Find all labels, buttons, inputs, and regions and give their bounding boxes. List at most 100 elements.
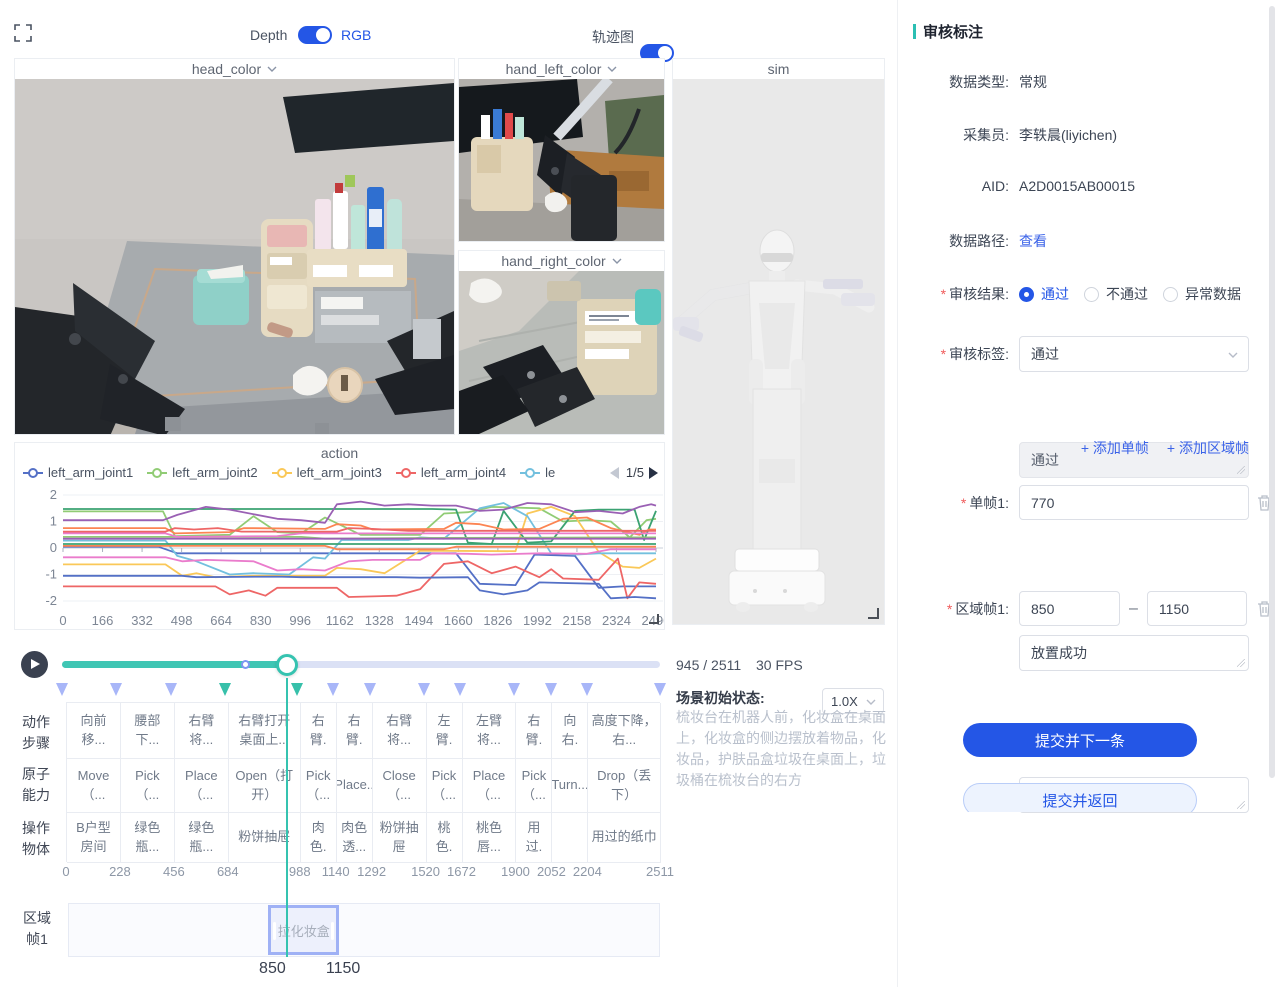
legend-item[interactable]: le	[520, 465, 555, 480]
region-end-input[interactable]: 1150	[1147, 591, 1247, 626]
aid-value: A2D0015AB00015	[1019, 178, 1135, 194]
legend-series-label: left_arm_joint2	[172, 465, 257, 480]
object-cell: 粉饼抽屉	[373, 813, 427, 863]
chevron-down-icon	[607, 66, 617, 72]
region-block-right-handle[interactable]	[331, 922, 334, 940]
svg-text:2158: 2158	[562, 613, 591, 628]
object-cell: 桃色.	[427, 813, 463, 863]
segment-marker[interactable]	[418, 683, 430, 696]
svg-text:2324: 2324	[602, 613, 631, 628]
segment-marker[interactable]	[219, 683, 231, 696]
submit-back-button[interactable]: 提交并返回	[963, 783, 1197, 812]
radio-option-label[interactable]: 通过	[1041, 284, 1069, 304]
hand-right-camera-title-bar[interactable]: hand_right_color	[459, 251, 664, 271]
table-axis-tick: 1292	[357, 864, 386, 879]
legend-item[interactable]: left_arm_joint3	[272, 465, 382, 480]
radio-selected-icon[interactable]	[1019, 287, 1034, 302]
legend-prev-page-icon[interactable]	[610, 467, 619, 479]
head-camera-panel: head_color	[14, 58, 455, 435]
resize-grip-icon[interactable]	[1237, 801, 1245, 809]
segment-marker[interactable]	[110, 683, 122, 696]
single-frame-input[interactable]: 770	[1019, 485, 1249, 520]
atomic-ability-cell: Turn...	[552, 759, 588, 813]
frame-counter: 945 / 2511	[676, 657, 741, 673]
chart-resize-handle[interactable]	[649, 614, 659, 624]
segment-marker[interactable]	[508, 683, 520, 696]
svg-text:498: 498	[171, 613, 193, 628]
review-tag-select-value: 通过	[1031, 344, 1059, 364]
segment-marker[interactable]	[165, 683, 177, 696]
svg-text:1328: 1328	[365, 613, 394, 628]
add-region-frame-link[interactable]: + 添加区域帧	[1167, 438, 1249, 458]
depth-rgb-toggle[interactable]	[298, 26, 332, 44]
resize-grip-icon[interactable]	[1237, 659, 1245, 667]
segment-marker[interactable]	[545, 683, 557, 696]
head-camera-title: head_color	[192, 61, 261, 77]
radio-option-icon[interactable]	[1163, 287, 1178, 302]
head-camera-title-bar[interactable]: head_color	[15, 59, 454, 79]
sim-title: sim	[768, 61, 790, 77]
panel-scrollbar[interactable]	[1269, 6, 1275, 778]
single-frame-note-textarea[interactable]: 放置成功	[1019, 635, 1249, 671]
timeline-slider-handle[interactable]	[276, 654, 298, 676]
segment-marker[interactable]	[327, 683, 339, 696]
radio-option-label[interactable]: 不通过	[1106, 284, 1148, 304]
sim-panel: sim	[672, 58, 885, 625]
region-block[interactable]: 拉化妆盒	[268, 905, 339, 955]
scene-state-title: 场景初始状态:	[676, 688, 765, 708]
svg-text:1826: 1826	[483, 613, 512, 628]
segment-marker[interactable]	[364, 683, 376, 696]
play-button[interactable]	[21, 651, 48, 678]
atomic-ability-cell: Close（...	[373, 759, 427, 813]
annotation-review-app: Depth RGB 轨迹图 head_color	[0, 0, 1280, 987]
segment-marker[interactable]	[56, 683, 68, 696]
legend-series-label: le	[545, 465, 555, 480]
scene-state-text: 梳妆台在机器人前，化妆盒在桌面上，化妆盒的侧边摆放着物品，化妆品，护肤品盒垃圾在…	[676, 707, 890, 791]
region-end-value: 1150	[1159, 601, 1189, 617]
aid-label: AID:	[913, 178, 1009, 194]
region-start-number: 850	[259, 960, 286, 978]
region-block-left-handle[interactable]	[273, 922, 276, 940]
table-axis-tick: 1900	[501, 864, 530, 879]
chevron-down-icon	[267, 66, 277, 72]
add-single-frame-link[interactable]: + 添加单帧	[1081, 438, 1149, 458]
field-collector: 采集员: 李轶晨(liyichen)	[913, 125, 1263, 145]
data-path-link[interactable]: 查看	[1019, 231, 1047, 251]
legend-item[interactable]: left_arm_joint4	[396, 465, 506, 480]
legend-item[interactable]: left_arm_joint2	[147, 465, 257, 480]
segment-marker[interactable]	[454, 683, 466, 696]
resize-grip-icon[interactable]	[1237, 466, 1245, 474]
action-step-cell: 右臂.	[337, 703, 373, 759]
segment-marker[interactable]	[291, 683, 303, 696]
chevron-down-icon	[1228, 352, 1238, 358]
segment-marker[interactable]	[581, 683, 593, 696]
row-label-region-frame: 区域帧1	[20, 908, 54, 950]
region-start-input[interactable]: 850	[1019, 591, 1120, 626]
segment-marker[interactable]	[654, 683, 666, 696]
hand-left-camera-title-bar[interactable]: hand_left_color	[459, 59, 664, 79]
legend-series-label: left_arm_joint3	[297, 465, 382, 480]
svg-text:1162: 1162	[326, 613, 354, 628]
table-axis-tick: 1672	[447, 864, 476, 879]
atomic-ability-cell: Move（...	[67, 759, 121, 813]
table-axis-tick: 1520	[411, 864, 440, 879]
table-axis-tick: 456	[163, 864, 185, 879]
sim-resize-handle[interactable]	[868, 608, 879, 619]
row-label-atomic-ability: 原子能力	[20, 764, 52, 806]
review-tag-select[interactable]: 通过	[1019, 336, 1249, 372]
object-cell: 绿色瓶...	[121, 813, 175, 863]
submit-next-button[interactable]: 提交并下一条	[963, 723, 1197, 757]
legend-next-page-icon[interactable]	[649, 467, 658, 479]
data-path-label: 数据路径:	[913, 231, 1009, 251]
table-axis-tick: 2511	[646, 864, 674, 879]
legend-page-indicator: 1/5	[626, 465, 644, 480]
radio-option-label[interactable]: 异常数据	[1185, 284, 1241, 304]
single-frame-note-value: 放置成功	[1031, 643, 1087, 663]
fullscreen-icon[interactable]	[14, 24, 32, 42]
sim-robot-image	[673, 79, 884, 624]
legend-item[interactable]: left_arm_joint1	[23, 465, 133, 480]
chevron-down-icon	[866, 699, 876, 705]
radio-option-icon[interactable]	[1084, 287, 1099, 302]
action-step-cell: 向右.	[552, 703, 588, 759]
review-panel-title: 审核标注	[923, 21, 983, 42]
